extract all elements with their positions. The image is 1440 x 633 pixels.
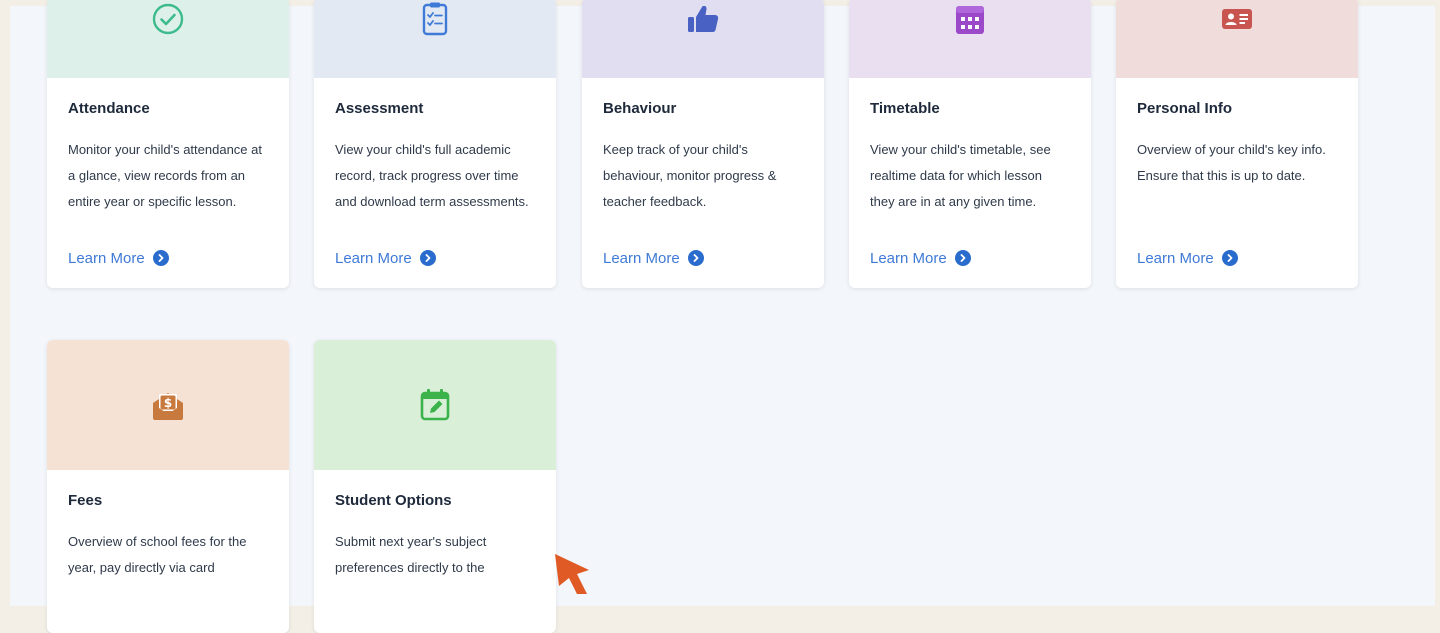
- clipboard-checklist-icon: [419, 1, 451, 37]
- card-timetable[interactable]: Timetable View your child's timetable, s…: [849, 0, 1091, 288]
- learn-more-link[interactable]: Learn More: [335, 246, 535, 270]
- calendar-edit-icon: [419, 388, 451, 422]
- chevron-right-circle-icon: [419, 250, 436, 266]
- card-fees[interactable]: $ Fees Overview of school fees for the y…: [47, 340, 289, 633]
- card-description: Submit next year's subject preferences d…: [335, 534, 487, 575]
- learn-more-link[interactable]: Learn More: [603, 246, 803, 270]
- learn-more-label: Learn More: [335, 249, 412, 267]
- chevron-right-circle-icon: [687, 250, 704, 266]
- card-banner: $: [47, 340, 289, 470]
- card-title: Timetable: [870, 100, 940, 117]
- card-description: Keep track of your child's behaviour, mo…: [603, 142, 777, 209]
- learn-more-label: Learn More: [870, 249, 947, 267]
- card-banner: [582, 0, 824, 78]
- card-title: Behaviour: [603, 100, 677, 117]
- learn-more-label: Learn More: [68, 249, 145, 267]
- learn-more-link[interactable]: Learn More: [870, 246, 1070, 270]
- card-description: Overview of your child's key info. Ensur…: [1137, 142, 1326, 183]
- card-title: Attendance: [68, 100, 150, 117]
- card-banner: [1116, 0, 1358, 78]
- card-title: Fees: [68, 492, 103, 509]
- chevron-right-circle-icon: [1221, 250, 1238, 266]
- card-description: Overview of school fees for the year, pa…: [68, 534, 247, 575]
- card-title: Assessment: [335, 100, 424, 117]
- svg-text:$: $: [164, 396, 172, 410]
- card-banner: [47, 0, 289, 78]
- card-banner: [849, 0, 1091, 78]
- card-description: Monitor your child's attendance at a gla…: [68, 142, 262, 209]
- thumbs-up-icon: [686, 4, 720, 34]
- card-assessment[interactable]: Assessment View your child's full academ…: [314, 0, 556, 288]
- card-title: Personal Info: [1137, 100, 1233, 117]
- card-attendance[interactable]: Attendance Monitor your child's attendan…: [47, 0, 289, 288]
- chevron-right-circle-icon: [954, 250, 971, 266]
- card-description: View your child's timetable, see realtim…: [870, 142, 1051, 209]
- learn-more-link[interactable]: Learn More: [68, 246, 268, 270]
- calendar-grid-icon: [954, 0, 986, 36]
- card-description: View your child's full academic record, …: [335, 142, 529, 209]
- card-student-options[interactable]: Student Options Submit next year's subje…: [314, 340, 556, 633]
- check-circle-icon: [151, 2, 185, 36]
- money-envelope-icon: $: [151, 389, 185, 421]
- mouse-pointer-icon: [555, 554, 605, 599]
- card-banner: [314, 340, 556, 470]
- learn-more-link[interactable]: Learn More: [1137, 246, 1337, 270]
- content-panel: Attendance Monitor your child's attendan…: [10, 0, 1435, 633]
- card-personal-info[interactable]: Personal Info Overview of your child's k…: [1116, 0, 1358, 288]
- chevron-right-circle-icon: [152, 250, 169, 266]
- card-title: Student Options: [335, 492, 452, 509]
- learn-more-label: Learn More: [1137, 249, 1214, 267]
- id-card-icon: [1221, 8, 1253, 30]
- learn-more-label: Learn More: [603, 249, 680, 267]
- card-banner: [314, 0, 556, 78]
- card-behaviour[interactable]: Behaviour Keep track of your child's beh…: [582, 0, 824, 288]
